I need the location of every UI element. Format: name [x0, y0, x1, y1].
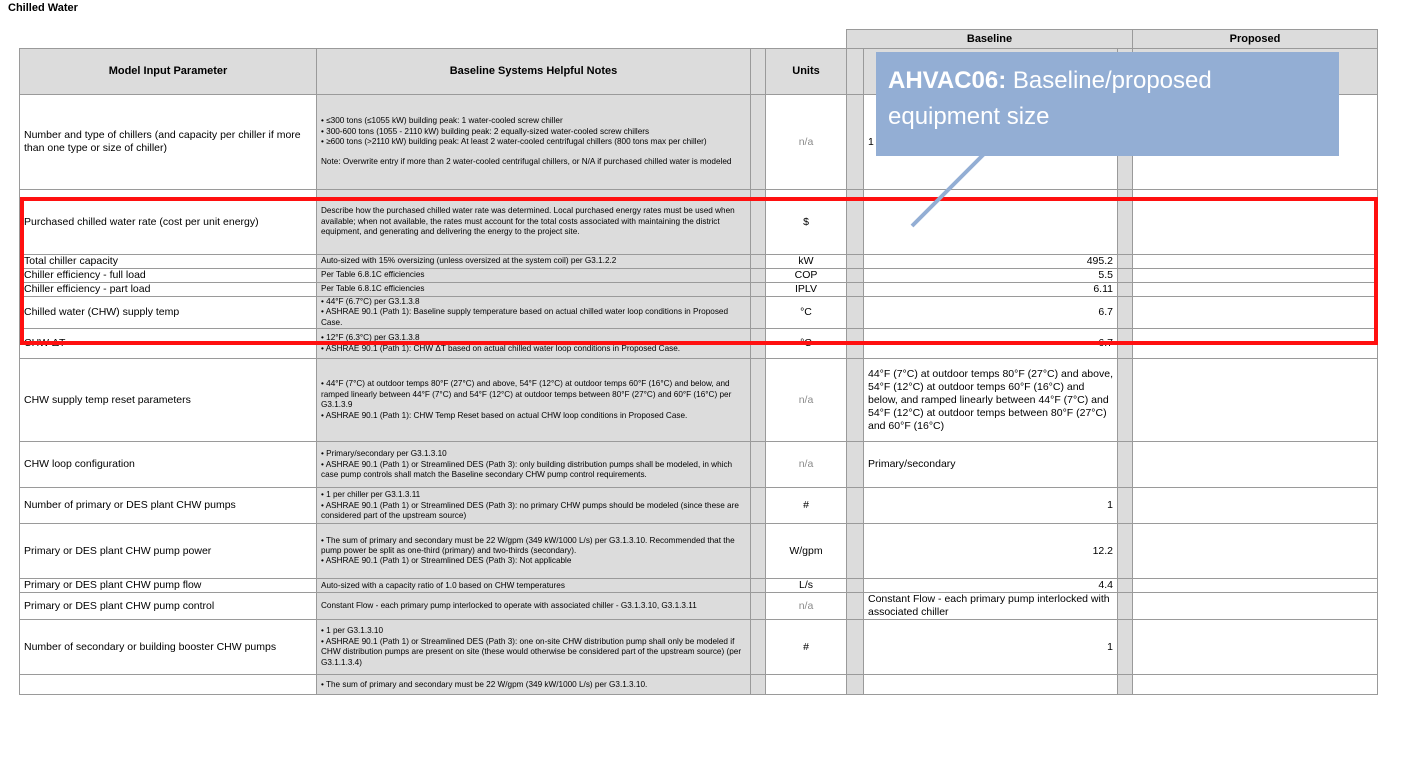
- callout-box: AHVAC06: Baseline/proposed equipment siz…: [876, 52, 1339, 156]
- callout-code: AHVAC06:: [888, 67, 1007, 94]
